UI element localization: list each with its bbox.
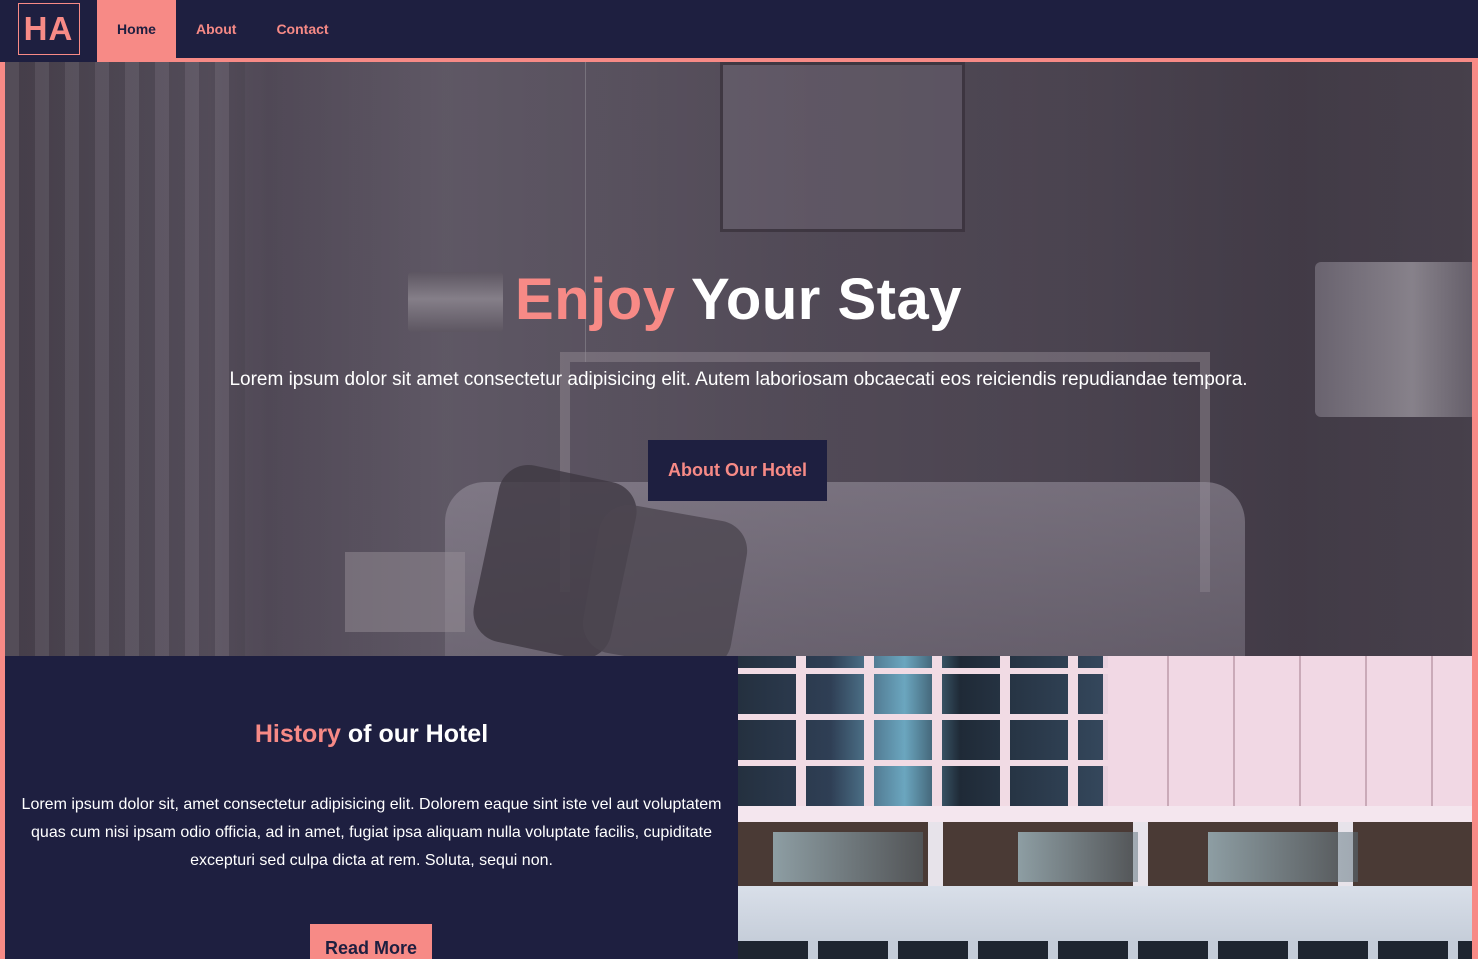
building-window <box>1018 832 1138 882</box>
hero-pillow-decor <box>578 500 752 656</box>
building-window <box>773 832 923 882</box>
history-left-border <box>0 656 5 959</box>
history-title-rest: of our Hotel <box>340 720 489 748</box>
history-title-accent: History <box>254 720 341 748</box>
building-lower-wall <box>738 886 1472 946</box>
about-our-hotel-button[interactable]: About Our Hotel <box>648 440 827 501</box>
hero-section: Enjoy Your Stay Lorem ipsum dolor sit am… <box>0 62 1478 656</box>
hero-wall-picture-decor <box>720 62 965 232</box>
nav-link-contact[interactable]: Contact <box>256 0 348 58</box>
hero-title-rest: Your Stay <box>675 267 962 332</box>
hero-curtain-decor <box>5 62 245 656</box>
hero-nightstand-decor <box>345 552 465 632</box>
hero-title-accent: Enjoy <box>515 267 676 332</box>
hero-background-image <box>5 62 1472 656</box>
building-window <box>1208 832 1358 882</box>
history-section: History of our Hotel Lorem ipsum dolor s… <box>0 656 738 959</box>
building-pink-facade <box>1103 656 1472 806</box>
building-bottom-windows <box>738 941 1472 959</box>
hero-subtitle: Lorem ipsum dolor sit amet consectetur a… <box>229 369 1248 390</box>
read-more-button[interactable]: Read More <box>310 924 432 959</box>
building-right-border <box>1472 656 1478 959</box>
nav-link-about[interactable]: About <box>176 0 256 58</box>
nav-links: Home About Contact <box>97 0 349 62</box>
logo-container: HA <box>0 0 97 58</box>
hotel-building-image <box>738 656 1472 959</box>
building-ledge <box>738 806 1472 822</box>
hero-right-border <box>1472 62 1478 656</box>
building-glass-facade <box>738 656 1108 806</box>
nav-link-home[interactable]: Home <box>97 0 176 62</box>
history-description: Lorem ipsum dolor sit, amet consectetur … <box>21 796 722 869</box>
history-title: History of our Hotel <box>5 720 738 749</box>
site-logo[interactable]: HA <box>17 3 80 55</box>
hero-title: Enjoy Your Stay <box>5 266 1472 333</box>
top-navbar: HA Home About Contact <box>0 0 1478 62</box>
